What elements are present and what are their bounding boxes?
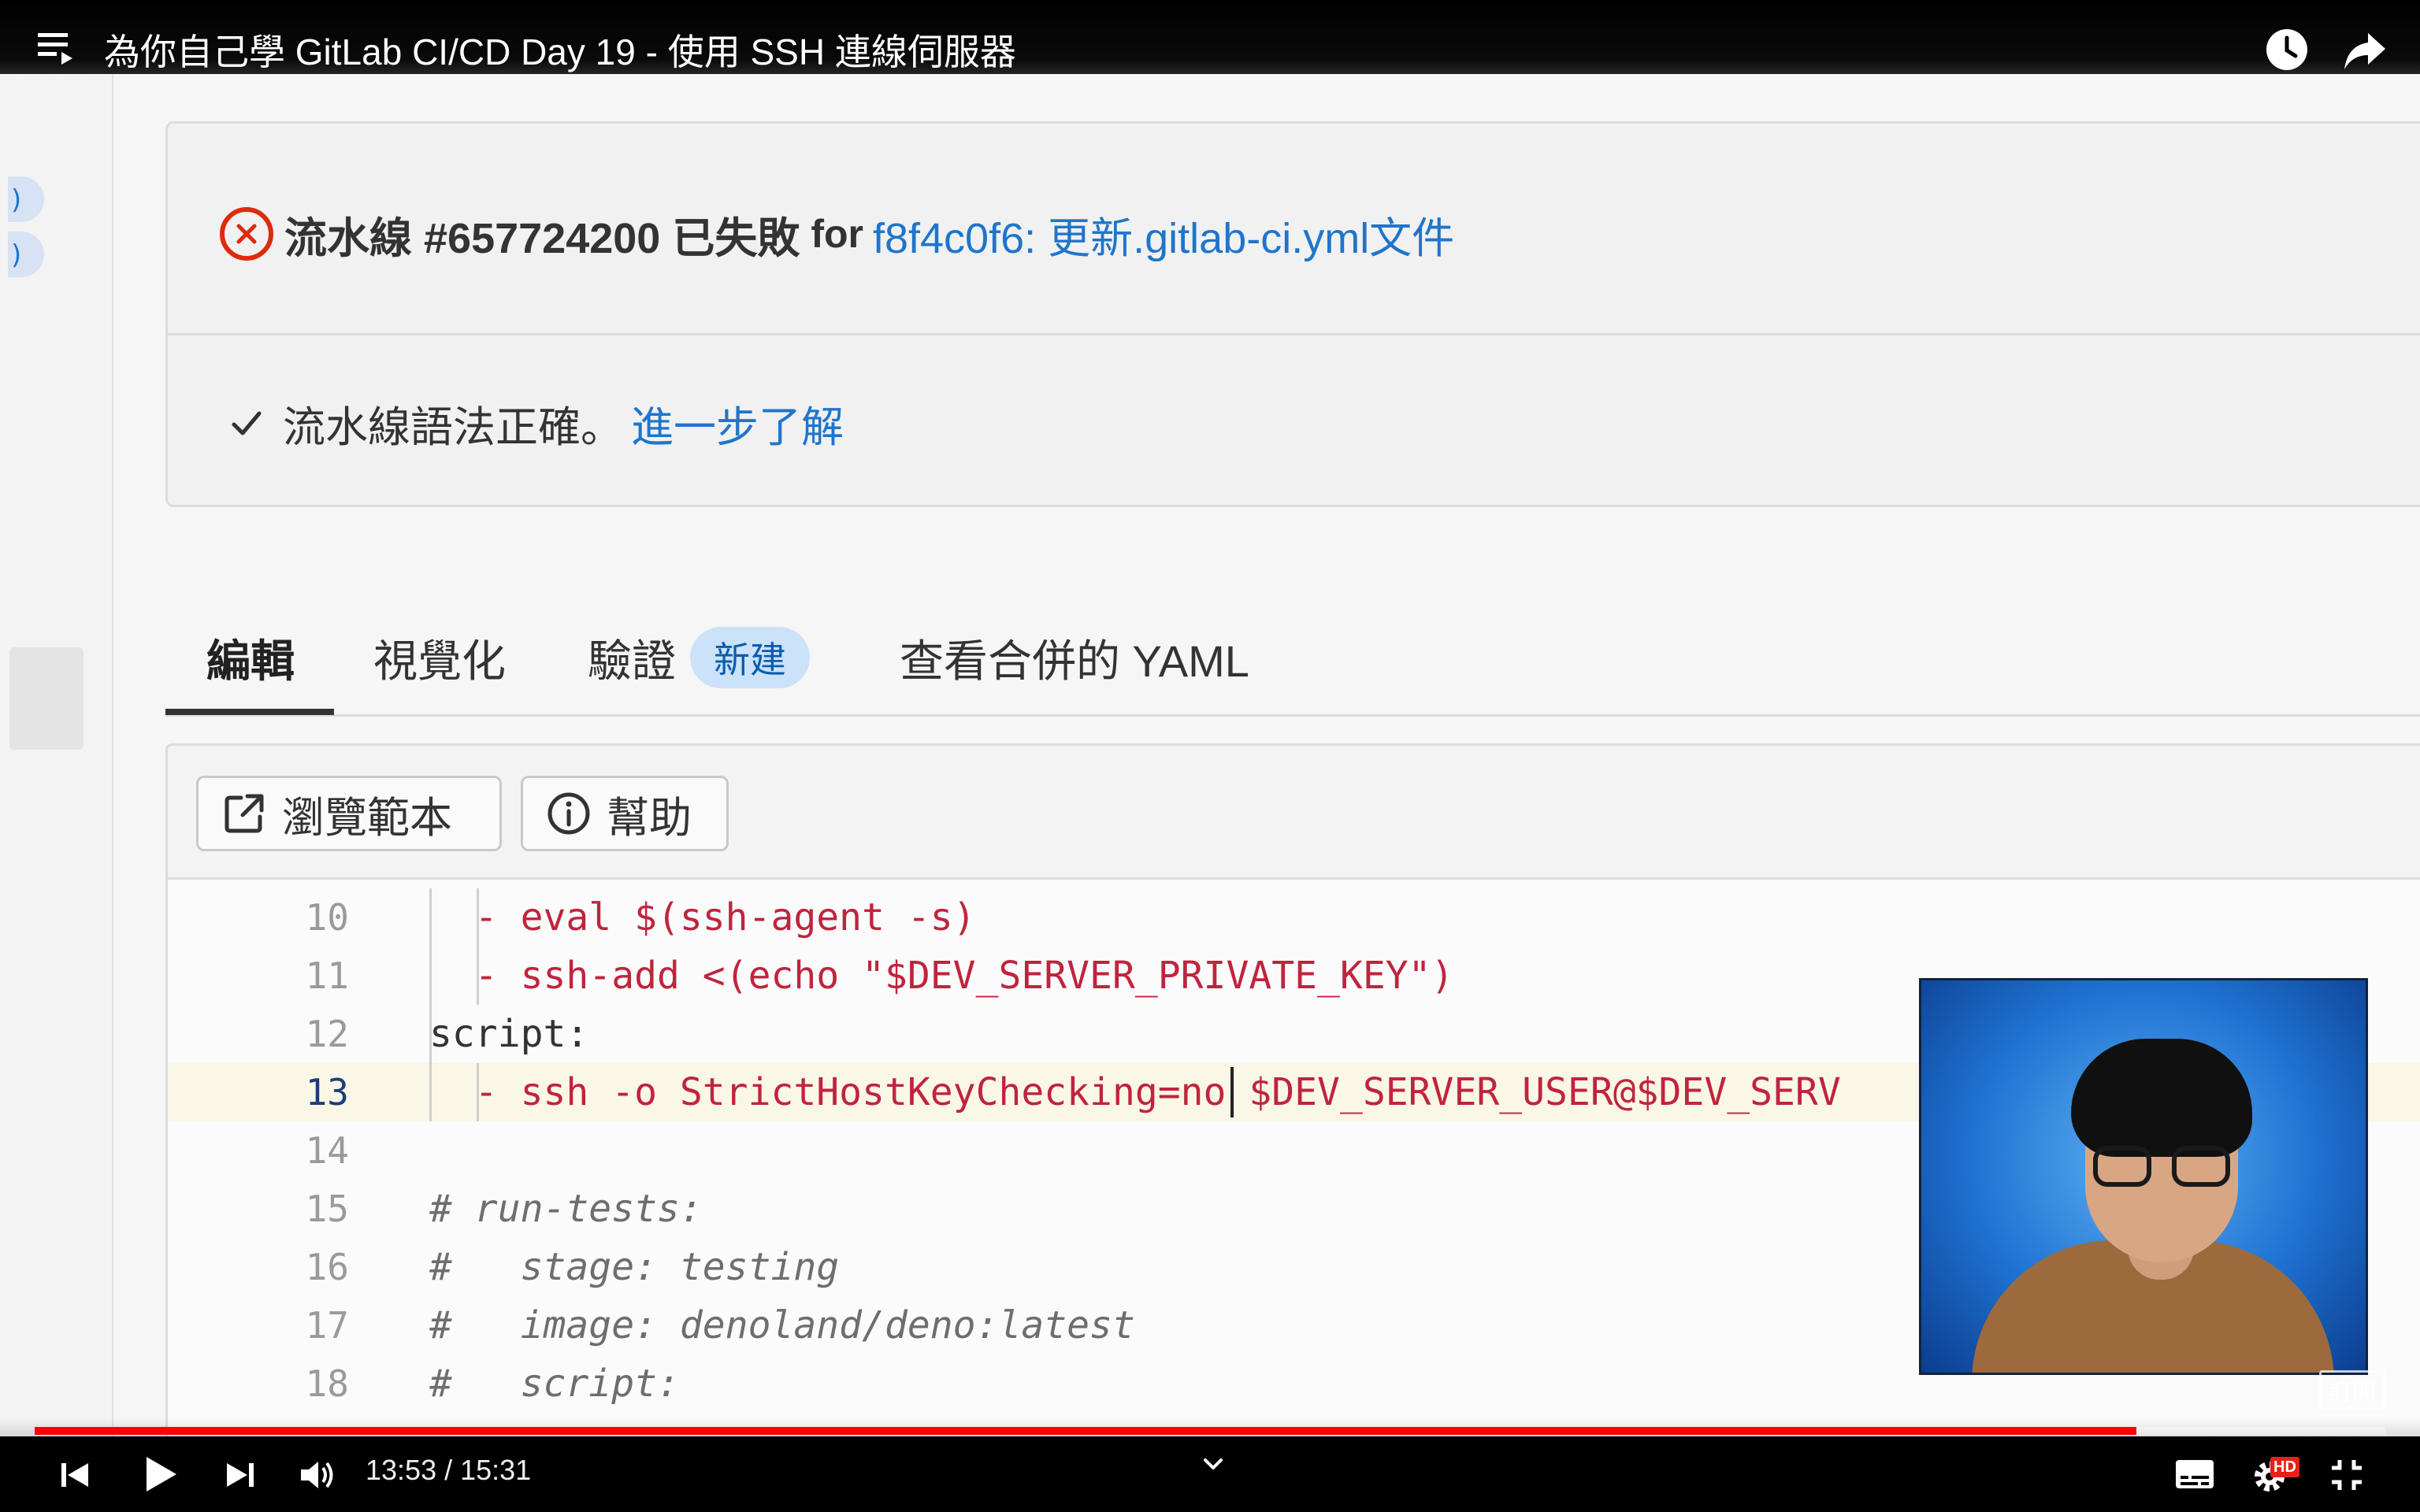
- skip-next-icon[interactable]: [222, 1457, 258, 1493]
- share-arrow-icon[interactable]: [2341, 28, 2388, 72]
- line-number: 12: [305, 1013, 349, 1055]
- presenter-hair: [2071, 1039, 2252, 1157]
- tab-view-merged-yaml[interactable]: 查看合併的 YAML: [900, 598, 1249, 717]
- external-link-icon: [225, 794, 264, 833]
- code-text: script:: [429, 1005, 588, 1063]
- code-line[interactable]: 10 - eval $(ssh-agent -s): [168, 888, 2420, 947]
- syntax-status-row: 流水線語法正確。 進一步了解: [228, 391, 844, 454]
- line-number: 13: [305, 1071, 349, 1114]
- pipeline-status-text: 流水線 #657724200 已失敗: [284, 214, 800, 262]
- progress-bar[interactable]: [35, 1427, 2385, 1435]
- tab-edit[interactable]: 編輯: [206, 598, 295, 717]
- pipeline-status-row: 流水線 #657724200 已失敗 for f8f4c0f6: 更新.gitl…: [220, 202, 1454, 265]
- code-token: script:: [429, 1012, 589, 1056]
- active-tab-underline: [165, 709, 334, 715]
- line-number: 10: [305, 896, 349, 939]
- indent-guide: [477, 888, 479, 947]
- help-label: 幫助: [607, 794, 692, 842]
- time-display: 13:53 / 15:31: [366, 1454, 532, 1486]
- glasses-lens-right: [2172, 1146, 2230, 1187]
- syntax-valid-text: 流水線語法正確。: [283, 403, 623, 451]
- editor-tabs: 編輯 視覺化 驗證 新建 查看合併的 YAML: [165, 598, 2420, 717]
- code-token: $DEV_SERVER_USER@$DEV_SERV: [1226, 1070, 1841, 1114]
- sidebar-active-item[interactable]: [9, 647, 84, 750]
- line-number: 18: [305, 1362, 349, 1405]
- sidebar-counter-pill[interactable]: ): [8, 176, 44, 222]
- volume-icon[interactable]: [298, 1457, 337, 1493]
- chevron-down-icon[interactable]: [1197, 1449, 1229, 1480]
- pipeline-status-card: 流水線 #657724200 已失敗 for f8f4c0f6: 更新.gitl…: [165, 121, 2420, 507]
- editor-toolbar: 瀏覽範本 幫助: [168, 746, 2420, 880]
- text-caret: [1230, 1067, 1234, 1117]
- skip-previous-icon[interactable]: [57, 1457, 93, 1493]
- checkmark-icon: [232, 411, 262, 435]
- line-number: 17: [305, 1304, 349, 1347]
- code-text: # stage: testing: [429, 1238, 839, 1296]
- exit-fullscreen-icon[interactable]: [2329, 1457, 2365, 1493]
- line-number: 14: [305, 1129, 349, 1172]
- code-token: - eval $(ssh-agent -s): [429, 895, 976, 939]
- code-token: - ssh-add <(echo "$DEV_SERVER_PRIVATE_KE…: [429, 954, 1454, 998]
- browse-templates-button[interactable]: 瀏覽範本: [196, 776, 502, 851]
- code-text: - eval $(ssh-agent -s): [429, 888, 976, 947]
- gitlab-left-sidebar: ) ): [0, 74, 113, 1512]
- play-icon[interactable]: [140, 1454, 180, 1495]
- line-number: 15: [305, 1188, 349, 1230]
- code-token: - ssh -o StrictHostKeyChecking=no: [429, 1070, 1227, 1114]
- code-token: # stage: testing: [429, 1245, 840, 1289]
- indent-guide: [429, 947, 432, 1005]
- subscribe-watermark[interactable]: 訂閱: [2319, 1370, 2385, 1410]
- presenter-webcam: [1919, 978, 2368, 1375]
- progress-played: [35, 1427, 2136, 1435]
- line-number: 16: [305, 1246, 349, 1288]
- code-text: # run-tests:: [429, 1180, 703, 1238]
- tab-visualize[interactable]: 視覺化: [373, 598, 506, 717]
- code-text: # script:: [429, 1354, 680, 1413]
- code-token: # image: denoland/deno:latest: [429, 1303, 1135, 1347]
- learn-more-link[interactable]: 進一步了解: [631, 392, 844, 454]
- indent-guide: [477, 1063, 479, 1121]
- clock-icon[interactable]: [2264, 27, 2310, 72]
- line-number: 11: [305, 954, 349, 997]
- glasses-lens-left: [2093, 1146, 2151, 1187]
- code-text: - ssh-add <(echo "$DEV_SERVER_PRIVATE_KE…: [429, 947, 1454, 1005]
- tab-validate-label: 驗證: [588, 636, 676, 686]
- tab-validate[interactable]: 驗證 新建: [588, 598, 810, 717]
- video-title[interactable]: 為你自己學 GitLab CI/CD Day 19 - 使用 SSH 連線伺服器: [104, 24, 1016, 76]
- indent-guide: [429, 888, 432, 947]
- indent-guide: [429, 1063, 432, 1121]
- indent-guide: [429, 1005, 432, 1063]
- indent-guide: [477, 947, 479, 1005]
- browse-templates-label: 瀏覽範本: [282, 794, 452, 842]
- info-icon: [547, 792, 590, 835]
- video-frame[interactable]: ) ) 流水線 #657724200 已失敗 for f8f4c0f6: 更新.…: [0, 0, 2420, 1512]
- code-text: # image: denoland/deno:latest: [429, 1296, 1135, 1354]
- hd-badge: HD: [2270, 1457, 2299, 1477]
- subtitles-icon[interactable]: [2174, 1458, 2215, 1490]
- sidebar-counter-pill[interactable]: ): [8, 232, 44, 277]
- new-badge: 新建: [690, 627, 810, 688]
- playlist-icon[interactable]: [35, 27, 80, 72]
- commit-link[interactable]: f8f4c0f6: 更新.gitlab-ci.yml文件: [873, 203, 1454, 265]
- x-circle-icon: [220, 207, 273, 261]
- code-token: # script:: [429, 1362, 680, 1406]
- player-top-bar: 為你自己學 GitLab CI/CD Day 19 - 使用 SSH 連線伺服器: [0, 0, 2420, 74]
- code-token: # run-tests:: [429, 1187, 703, 1231]
- code-text: - ssh -o StrictHostKeyChecking=no $DEV_S…: [429, 1063, 1841, 1121]
- card-divider: [168, 333, 2420, 335]
- help-button[interactable]: 幫助: [521, 776, 729, 851]
- pipeline-for-word: for: [811, 212, 863, 256]
